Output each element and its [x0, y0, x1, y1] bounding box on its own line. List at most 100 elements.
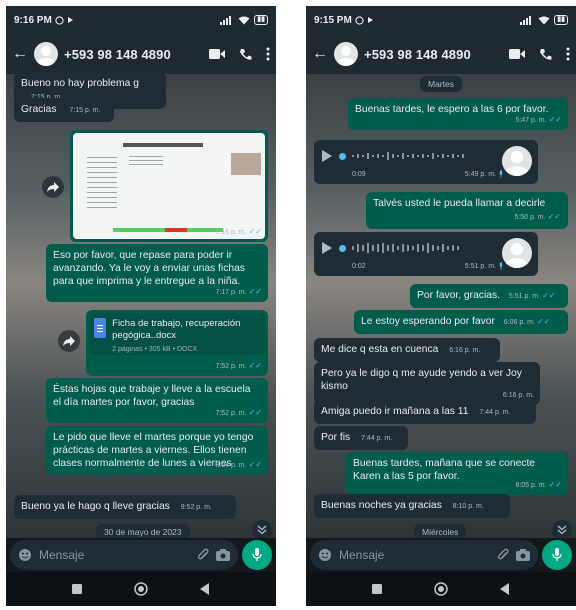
contact-name[interactable]: +593 98 148 4890 — [364, 47, 471, 62]
message-time: 5:50 p. m. — [514, 214, 546, 221]
audio-duration: 0:09 — [352, 171, 366, 178]
forward-button[interactable] — [42, 176, 64, 198]
wifi-icon — [238, 16, 250, 24]
more-options-icon[interactable] — [566, 47, 570, 61]
document-message[interactable]: Ficha de trabajo, recuperación pegógica.… — [86, 310, 268, 376]
read-receipt-icon: ✓✓ — [248, 460, 262, 469]
document-card[interactable]: Ficha de trabajo, recuperación pegógica.… — [89, 313, 265, 355]
signal-icon — [520, 15, 532, 25]
home-icon[interactable] — [434, 582, 448, 596]
attach-icon[interactable] — [497, 548, 509, 562]
shared-screenshot-image[interactable] — [73, 133, 265, 239]
message-text: Por fis — [321, 432, 351, 443]
message-time: 6:06 p. m. — [503, 319, 535, 326]
emoji-icon[interactable] — [18, 548, 32, 562]
audio-duration: 0:02 — [352, 263, 366, 270]
message-bubble[interactable]: Le estoy esperando por favor 6:06 p. m. ✓… — [354, 310, 568, 334]
more-options-icon[interactable] — [266, 47, 270, 61]
message-time: 7:15 p. m. — [69, 107, 101, 114]
message-bubble[interactable]: Buenas tardes, mañana que se conecte Kar… — [346, 452, 568, 495]
right-phone-screen: 9:15 PM ▮▮ ← +593 98 148 4890 Martes Bue… — [306, 6, 576, 606]
chat-area[interactable]: Martes Buenas tardes, le espero a las 6 … — [306, 74, 576, 538]
home-icon[interactable] — [134, 582, 148, 596]
back-arrow-icon[interactable]: ← — [312, 46, 328, 62]
message-text: Gracias — [21, 104, 57, 115]
camera-icon[interactable] — [216, 549, 230, 561]
sender-avatar — [502, 238, 532, 268]
avatar[interactable] — [34, 42, 58, 66]
message-bubble[interactable]: Buenas tardes, le espero a las 6 por fav… — [348, 98, 568, 130]
forward-icon — [63, 336, 75, 346]
audio-waveform[interactable] — [352, 242, 472, 254]
audio-progress-dot[interactable] — [339, 244, 346, 252]
message-bubble[interactable]: Buenas noches ya gracias 8:10 p. m. — [314, 494, 510, 518]
message-bubble[interactable]: Gracias 7:15 p. m. — [14, 98, 114, 122]
camera-icon[interactable] — [516, 549, 530, 561]
emoji-icon[interactable] — [318, 548, 332, 562]
message-bubble[interactable]: Bueno ya le hago q lleve gracias 9:52 p.… — [14, 495, 236, 519]
message-time: 5:51 p. m. — [508, 293, 540, 300]
sender-avatar — [502, 146, 532, 176]
scroll-to-bottom-button[interactable] — [252, 520, 272, 538]
play-icon[interactable] — [321, 241, 333, 255]
video-call-icon[interactable] — [209, 48, 225, 60]
chat-area[interactable]: Bueno no hay problema g 7:15 p. m. Graci… — [6, 74, 276, 538]
microphone-icon — [252, 548, 262, 561]
audio-waveform[interactable] — [352, 150, 472, 162]
voice-message[interactable]: 0:09 5:49 p. m. — [314, 140, 538, 184]
voice-message[interactable]: 0:02 5:51 p. m. — [314, 232, 538, 276]
battery-icon: ▮▮ — [554, 15, 568, 25]
status-time: 9:16 PM — [14, 14, 52, 26]
scroll-to-bottom-button[interactable] — [552, 520, 572, 538]
back-nav-icon[interactable] — [500, 583, 510, 595]
whatsapp-status-icon — [55, 15, 64, 25]
message-input[interactable]: Mensaje — [310, 540, 538, 570]
message-time: 7:52 p. m. — [215, 410, 247, 417]
system-nav-bar — [306, 572, 576, 606]
forward-button[interactable] — [58, 330, 80, 352]
message-bubble[interactable]: Eso por favor, que repase para poder ir … — [46, 244, 268, 302]
recent-apps-icon[interactable] — [372, 584, 382, 594]
contact-name[interactable]: +593 98 148 4890 — [64, 47, 171, 62]
recent-apps-icon[interactable] — [72, 584, 82, 594]
message-text: Me dice q esta en cuenca — [321, 344, 439, 355]
message-bubble[interactable]: Pero ya le digo q me ayude yendo a ver J… — [314, 362, 540, 405]
forward-icon — [47, 182, 59, 192]
microphone-icon — [552, 548, 562, 561]
chat-header: ← +593 98 148 4890 — [6, 34, 276, 74]
play-icon[interactable] — [321, 149, 333, 163]
message-bubble[interactable]: Me dice q esta en cuenca 6:16 p. m. — [314, 338, 500, 362]
message-text: Pero ya le digo q me ayude yendo a ver J… — [321, 368, 522, 392]
message-time: 5:49 p. m. — [464, 171, 496, 178]
message-time: 6:16 p. m. — [449, 347, 481, 354]
message-bubble[interactable]: Le pido que lleve el martes porque yo te… — [46, 426, 268, 475]
message-text: Bueno ya le hago q lleve gracias — [21, 501, 170, 512]
video-call-icon[interactable] — [509, 48, 525, 60]
message-bubble[interactable]: Éstas hojas que trabaje y lleve a la esc… — [46, 378, 268, 423]
message-input[interactable]: Mensaje — [10, 540, 238, 570]
message-bubble[interactable]: Amiga puedo ir mañana a las 11 7:44 p. m… — [314, 400, 536, 424]
message-text: Talvés usted le pueda llamar a decirle — [373, 198, 546, 209]
microphone-icon — [499, 262, 503, 271]
microphone-icon — [499, 170, 503, 179]
back-arrow-icon[interactable]: ← — [12, 46, 28, 62]
phone-call-icon[interactable] — [539, 48, 552, 61]
audio-progress-dot[interactable] — [339, 152, 346, 160]
avatar[interactable] — [334, 42, 358, 66]
message-time: 8:04 p. m. — [215, 462, 247, 469]
back-nav-icon[interactable] — [200, 583, 210, 595]
attach-icon[interactable] — [197, 548, 209, 562]
phone-call-icon[interactable] — [239, 48, 252, 61]
message-text: Amiga puedo ir mañana a las 11 — [321, 406, 469, 417]
message-bubble[interactable]: Por fis 7:44 p. m. — [314, 426, 408, 450]
message-bubble[interactable]: Por favor, gracias. 5:51 p. m. ✓✓ — [410, 284, 568, 308]
message-bubble[interactable]: Talvés usted le pueda llamar a decirle 5… — [366, 192, 568, 229]
read-receipt-icon: ✓✓ — [248, 287, 262, 296]
message-placeholder: Mensaje — [339, 548, 385, 562]
read-receipt-icon: ✓✓ — [548, 115, 562, 124]
image-message[interactable]: 7:16 p. m. ✓✓ — [70, 130, 268, 242]
voice-record-button[interactable] — [242, 540, 272, 570]
voice-record-button[interactable] — [542, 540, 572, 570]
document-info: 2 páginas • 305 kB • DOCX — [112, 346, 198, 353]
left-phone-screen: 9:16 PM ▮▮ ← +593 98 148 4890 Bueno no h… — [6, 6, 276, 606]
